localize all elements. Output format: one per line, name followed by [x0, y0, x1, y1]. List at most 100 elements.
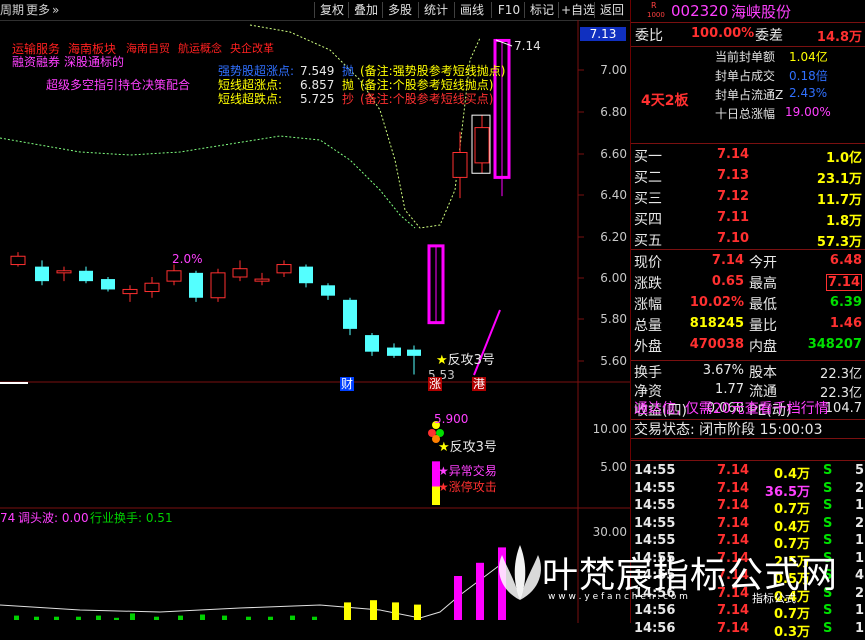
legend-name: 强势股超涨点: [218, 64, 295, 78]
toolbar-separator [524, 2, 525, 18]
stat-row: 净资 1.77 流通 22.3亿 [631, 380, 865, 401]
third-bar [454, 576, 462, 620]
stat-label: 换手 [634, 365, 662, 381]
third-bar [114, 617, 119, 620]
third-bar [178, 615, 183, 620]
toolbar-separator [558, 2, 559, 18]
badge-num: 1000 [647, 11, 665, 19]
bid-row[interactable]: 买五 7.10 57.3万 [631, 228, 865, 250]
candle-body [365, 335, 379, 352]
quote-label: 今开 [749, 255, 777, 271]
toolbar-button[interactable]: F10 [493, 0, 525, 20]
tick-time: 14:55 [634, 515, 676, 531]
percent-label: 2.0% [172, 252, 203, 266]
bid-row[interactable]: 买四 7.11 1.8万 [631, 207, 865, 229]
third-bar [54, 616, 59, 620]
more-arrow-icon[interactable]: » [52, 0, 59, 20]
bid-row[interactable]: 买二 7.13 23.1万 [631, 165, 865, 187]
toolbar-separator [491, 2, 492, 18]
quote-value: 818245 [689, 316, 744, 331]
event-tag-zhang[interactable]: 涨 [428, 377, 442, 391]
event-tag-cai[interactable]: 财 [340, 377, 354, 391]
bid-row[interactable]: 买一 7.14 1.0亿 [631, 144, 865, 166]
quote-value: 7.14 [825, 274, 862, 291]
period-button[interactable]: 周期 [0, 0, 24, 20]
toolbar-separator [382, 2, 383, 18]
more-button[interactable]: 更多 [26, 0, 50, 20]
quote-label: 量比 [749, 318, 777, 334]
candle-body [35, 266, 49, 282]
candle-body [79, 270, 93, 282]
third-bar [200, 614, 205, 620]
candle-body [343, 299, 357, 329]
stat-label: 股本 [749, 365, 777, 381]
tick-count: 1 [854, 533, 864, 548]
quote-value: 6.39 [829, 295, 862, 310]
quote-value: 7.14 [711, 253, 744, 268]
legend-value: 5.725 [300, 92, 335, 106]
quote-label: 最高 [749, 276, 777, 292]
sector-label: 海南自贸 [126, 42, 170, 55]
toolbar-button[interactable]: 统计 [420, 0, 452, 20]
candle-body [276, 264, 292, 274]
third-bar [14, 615, 19, 620]
tick-count: 2 [854, 585, 864, 601]
candle-body [254, 278, 270, 282]
chart-area[interactable]: 运输服务 海南板块 海南自贸 航运概念 央企改革 融资融券 深股通标的 超级多空… [0, 20, 630, 623]
watermark-extra: 指标公式 [752, 592, 796, 605]
third-bar [96, 615, 101, 620]
legend-note: (备注:强势股参考短线抛点) [360, 64, 506, 78]
toolbar-button[interactable]: 返回 [596, 0, 628, 20]
third-line [0, 564, 501, 619]
sector-label: 航运概念 [178, 42, 222, 55]
event-tag-gang[interactable]: 港 [472, 377, 486, 391]
quote-label: 内盘 [749, 339, 777, 355]
toolbar-button[interactable]: 画线 [456, 0, 488, 20]
candle-body [387, 347, 401, 356]
legend-note: (备注:个股参考短线抛点) [360, 78, 494, 92]
toolbar-button[interactable]: 多股 [384, 0, 416, 20]
candlestick-chart[interactable] [0, 20, 630, 623]
third-chart-title-2: 行业换手: 0.51 [90, 511, 173, 525]
candle-body [210, 272, 226, 299]
seal-value: 0.18倍 [789, 69, 828, 83]
quote-value: 6.48 [829, 253, 862, 268]
tick-price: 7.14 [717, 463, 750, 478]
trade-status: 交易状态: 闭市阶段 15:00:03 [634, 422, 823, 438]
toolbar-button[interactable]: 叠加 [350, 0, 382, 20]
tick-price: 7.14 [717, 515, 750, 531]
bid-label: 买五 [634, 233, 662, 249]
quote-row: 现价 7.14 今开 6.48 [631, 250, 865, 271]
candle-body [122, 288, 138, 295]
tick-row: 14:55 7.14 0.4万 S 2 [631, 515, 865, 535]
price-axis-tick: 6.40 [600, 188, 627, 202]
candle-body [189, 272, 203, 298]
bid-volume: 23.1万 [816, 172, 862, 187]
sub-signal-3: ★涨停攻击 [438, 480, 497, 494]
legend-value: 7.549 [300, 64, 335, 78]
tick-side: S [823, 463, 833, 478]
bid-row[interactable]: 买三 7.12 11.7万 [631, 186, 865, 208]
toolbar-button[interactable]: 标记 [526, 0, 558, 20]
badge-r: R [651, 1, 657, 10]
candle-body [407, 349, 421, 356]
toolbar-button[interactable]: +自选 [560, 0, 596, 20]
bid-price: 7.12 [717, 189, 750, 204]
quote-label: 总量 [634, 318, 662, 334]
quote-row: 涨跌 0.65 最高 7.14 [631, 271, 865, 292]
sub-signal-1: ★反攻3号 [438, 440, 497, 455]
bid-label: 买三 [634, 191, 662, 207]
tick-count: 1 [854, 498, 864, 513]
quote-label: 涨跌 [634, 276, 662, 292]
seal-label: 当前封单额 [715, 50, 776, 64]
quote-value: 470038 [689, 337, 744, 352]
promo-text[interactable]: 通达信, 仅需20元查看千档行情 [634, 398, 829, 418]
toolbar-button[interactable]: 复权 [316, 0, 348, 20]
seal-label: 封单占流通Z [715, 88, 784, 102]
seal-value: 1.04亿 [789, 50, 828, 64]
candle-body [56, 270, 72, 274]
legend-value: 6.857 [300, 78, 335, 92]
bid-label: 买四 [634, 212, 662, 228]
legend-action: 抛 [342, 64, 355, 78]
stat-value: 1.77 [715, 382, 744, 397]
